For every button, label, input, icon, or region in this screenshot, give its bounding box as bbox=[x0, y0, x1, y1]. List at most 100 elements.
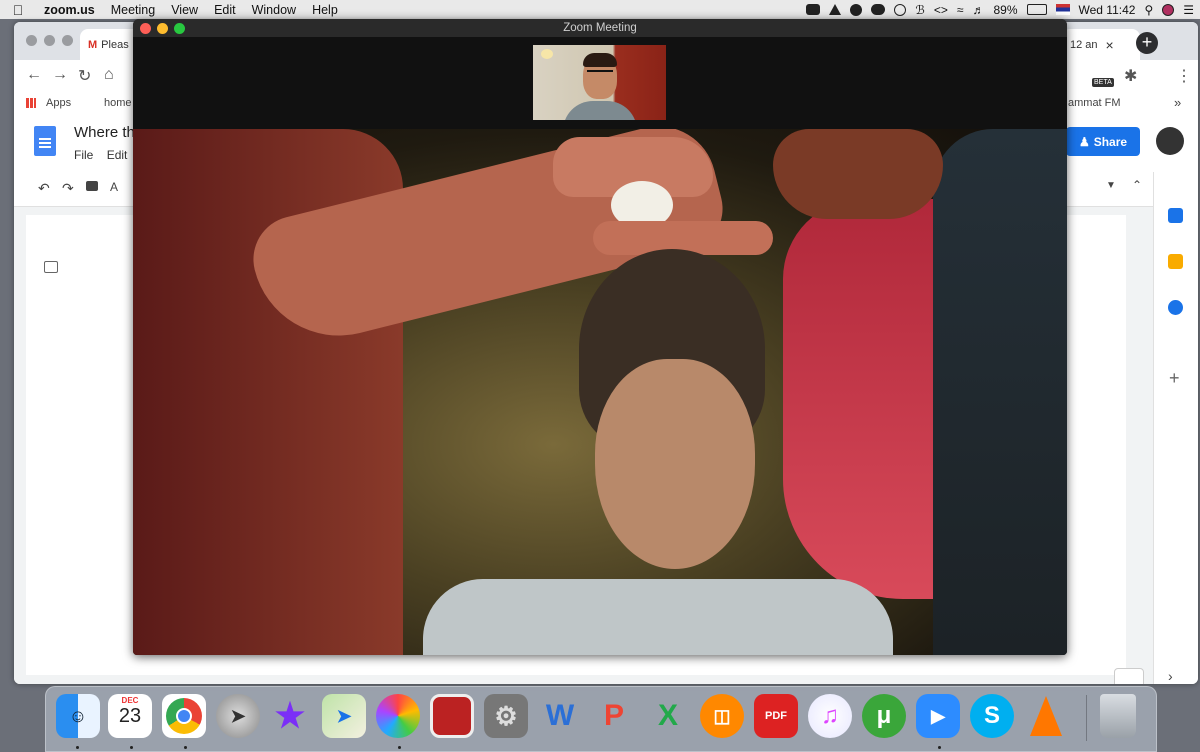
zoom-title-bar: Zoom Meeting bbox=[133, 19, 1067, 37]
reload-icon[interactable]: ↻ bbox=[78, 66, 91, 86]
tasks-addon-icon[interactable] bbox=[1168, 300, 1183, 315]
spotlight-icon[interactable]: ⚲ bbox=[1144, 3, 1153, 17]
tab-gmail[interactable]: M Pleas bbox=[80, 29, 140, 60]
tab-gmail-label: Pleas bbox=[101, 38, 129, 51]
vlc-menu-icon[interactable] bbox=[829, 4, 842, 15]
docs-logo-icon[interactable] bbox=[34, 126, 56, 156]
spellcheck-icon[interactable]: A bbox=[110, 180, 118, 194]
outline-icon[interactable] bbox=[44, 261, 58, 273]
hide-menus-icon[interactable]: ⌃ bbox=[1132, 178, 1142, 192]
dock-photos[interactable] bbox=[376, 694, 420, 738]
window-zoom-button[interactable] bbox=[62, 35, 73, 46]
docs-title[interactable]: Where th bbox=[74, 124, 135, 141]
share-person-icon: ♟ bbox=[1078, 134, 1090, 149]
menu-app-name[interactable]: zoom.us bbox=[36, 3, 103, 17]
participant-body bbox=[563, 101, 637, 120]
user-icon[interactable] bbox=[1162, 3, 1175, 16]
tab-close-icon[interactable]: × bbox=[1106, 37, 1114, 53]
undo-icon[interactable]: ↶ bbox=[38, 180, 50, 197]
print-icon[interactable] bbox=[86, 181, 98, 191]
redo-icon[interactable]: ↷ bbox=[62, 180, 74, 197]
menu-view[interactable]: View bbox=[163, 3, 206, 17]
dock-powerpoint[interactable]: P bbox=[592, 694, 636, 738]
dock-chrome[interactable] bbox=[162, 694, 206, 738]
participant-hair bbox=[583, 53, 617, 67]
bookmark-home[interactable]: home bbox=[104, 97, 132, 109]
add-addon-icon[interactable]: + bbox=[1169, 368, 1180, 389]
window-close-button[interactable] bbox=[26, 35, 37, 46]
extensions-icon[interactable]: ✱ bbox=[1124, 66, 1137, 86]
time-machine-icon[interactable] bbox=[894, 3, 907, 16]
right-hands bbox=[773, 129, 943, 219]
flag-icon[interactable] bbox=[1055, 4, 1070, 15]
battery-percent[interactable]: 89% bbox=[993, 3, 1017, 17]
dock-imovie[interactable]: ★ bbox=[268, 694, 312, 738]
clock[interactable]: Wed 11:42 bbox=[1079, 3, 1136, 17]
bookmark-apps[interactable]: Apps bbox=[46, 97, 71, 109]
gmail-icon: M bbox=[88, 38, 98, 51]
account-avatar[interactable] bbox=[1156, 127, 1184, 155]
dock-system-preferences[interactable]: ⚙ bbox=[484, 694, 528, 738]
explore-button[interactable] bbox=[1114, 668, 1144, 684]
more-bookmarks-icon[interactable]: » bbox=[1174, 95, 1181, 110]
dock-trash[interactable] bbox=[1100, 694, 1136, 738]
zoom-video-icon[interactable] bbox=[806, 4, 821, 15]
dock-photo-booth[interactable] bbox=[430, 694, 474, 738]
extension-beta-icon[interactable]: BETA bbox=[1092, 78, 1114, 87]
menubar:  zoom.us Meeting View Edit Window Help … bbox=[0, 0, 1200, 19]
notification-center-icon[interactable]: ☰ bbox=[1183, 3, 1194, 17]
battery-icon[interactable] bbox=[1026, 4, 1047, 15]
zoom-minimize-button[interactable] bbox=[157, 23, 168, 34]
docs-menu-edit[interactable]: Edit bbox=[107, 148, 128, 162]
forward-icon[interactable]: → bbox=[52, 66, 68, 84]
apple-menu-icon[interactable]:  bbox=[0, 2, 36, 18]
share-button[interactable]: ♟ Share bbox=[1066, 127, 1140, 156]
chrome-center-icon bbox=[176, 708, 192, 724]
dock-vlc[interactable] bbox=[1024, 694, 1068, 738]
docs-menu-file[interactable]: File bbox=[74, 148, 93, 162]
running-indicator bbox=[938, 746, 941, 749]
home-icon[interactable]: ⌂ bbox=[104, 66, 114, 84]
dock-books[interactable]: ◫ bbox=[700, 694, 744, 738]
participant-thumbnail[interactable] bbox=[533, 45, 666, 120]
dock-utorrent[interactable]: μ bbox=[862, 694, 906, 738]
vlc-cone-icon bbox=[1030, 696, 1062, 736]
calendar-addon-icon[interactable] bbox=[1168, 208, 1183, 223]
dock-launchpad[interactable]: ➤ bbox=[216, 694, 260, 738]
zoom-close-button[interactable] bbox=[140, 23, 151, 34]
tab-other-label: 12 an bbox=[1070, 38, 1098, 51]
wifi-icon[interactable]: ≈ bbox=[957, 3, 964, 17]
browser-menu-icon[interactable]: ⋮ bbox=[1176, 66, 1192, 86]
dock-itunes[interactable]: ♫ bbox=[808, 694, 852, 738]
code-icon[interactable]: <> bbox=[934, 3, 948, 17]
participant-glasses bbox=[587, 70, 613, 78]
bookmark-right[interactable]: ammat FM bbox=[1068, 97, 1121, 109]
window-minimize-button[interactable] bbox=[44, 35, 55, 46]
menu-help[interactable]: Help bbox=[304, 3, 346, 17]
dock-skype[interactable]: S bbox=[970, 694, 1014, 738]
dock-maps[interactable]: ➤ bbox=[322, 694, 366, 738]
menu-window[interactable]: Window bbox=[244, 3, 304, 17]
expand-panel-icon[interactable]: › bbox=[1168, 668, 1173, 684]
dock-calendar[interactable]: DEC 23 bbox=[108, 694, 152, 738]
collapse-dropdown-icon[interactable]: ▼ bbox=[1106, 180, 1116, 191]
bluetooth-icon[interactable]: ℬ bbox=[915, 3, 924, 17]
share-label: Share bbox=[1093, 134, 1128, 149]
dock-zoom[interactable]: ▶ bbox=[916, 694, 960, 738]
dock-pdf[interactable]: PDF bbox=[754, 694, 798, 738]
keep-addon-icon[interactable] bbox=[1168, 254, 1183, 269]
menu-edit[interactable]: Edit bbox=[206, 3, 244, 17]
tab-other[interactable]: 12 an × bbox=[1062, 29, 1140, 60]
active-speaker-video[interactable] bbox=[133, 129, 1067, 655]
volume-icon[interactable]: ♬ bbox=[972, 3, 984, 17]
apps-grid-icon[interactable] bbox=[26, 98, 36, 108]
cloud-icon[interactable] bbox=[871, 4, 886, 15]
dock-finder[interactable]: ☺ bbox=[56, 694, 100, 738]
check-icon[interactable] bbox=[850, 3, 863, 16]
dock-word[interactable]: W bbox=[538, 694, 582, 738]
new-tab-button[interactable]: + bbox=[1136, 32, 1158, 54]
dock-excel[interactable]: X bbox=[646, 694, 690, 738]
back-icon[interactable]: ← bbox=[26, 66, 42, 84]
menu-meeting[interactable]: Meeting bbox=[103, 3, 163, 17]
zoom-fullscreen-button[interactable] bbox=[174, 23, 185, 34]
